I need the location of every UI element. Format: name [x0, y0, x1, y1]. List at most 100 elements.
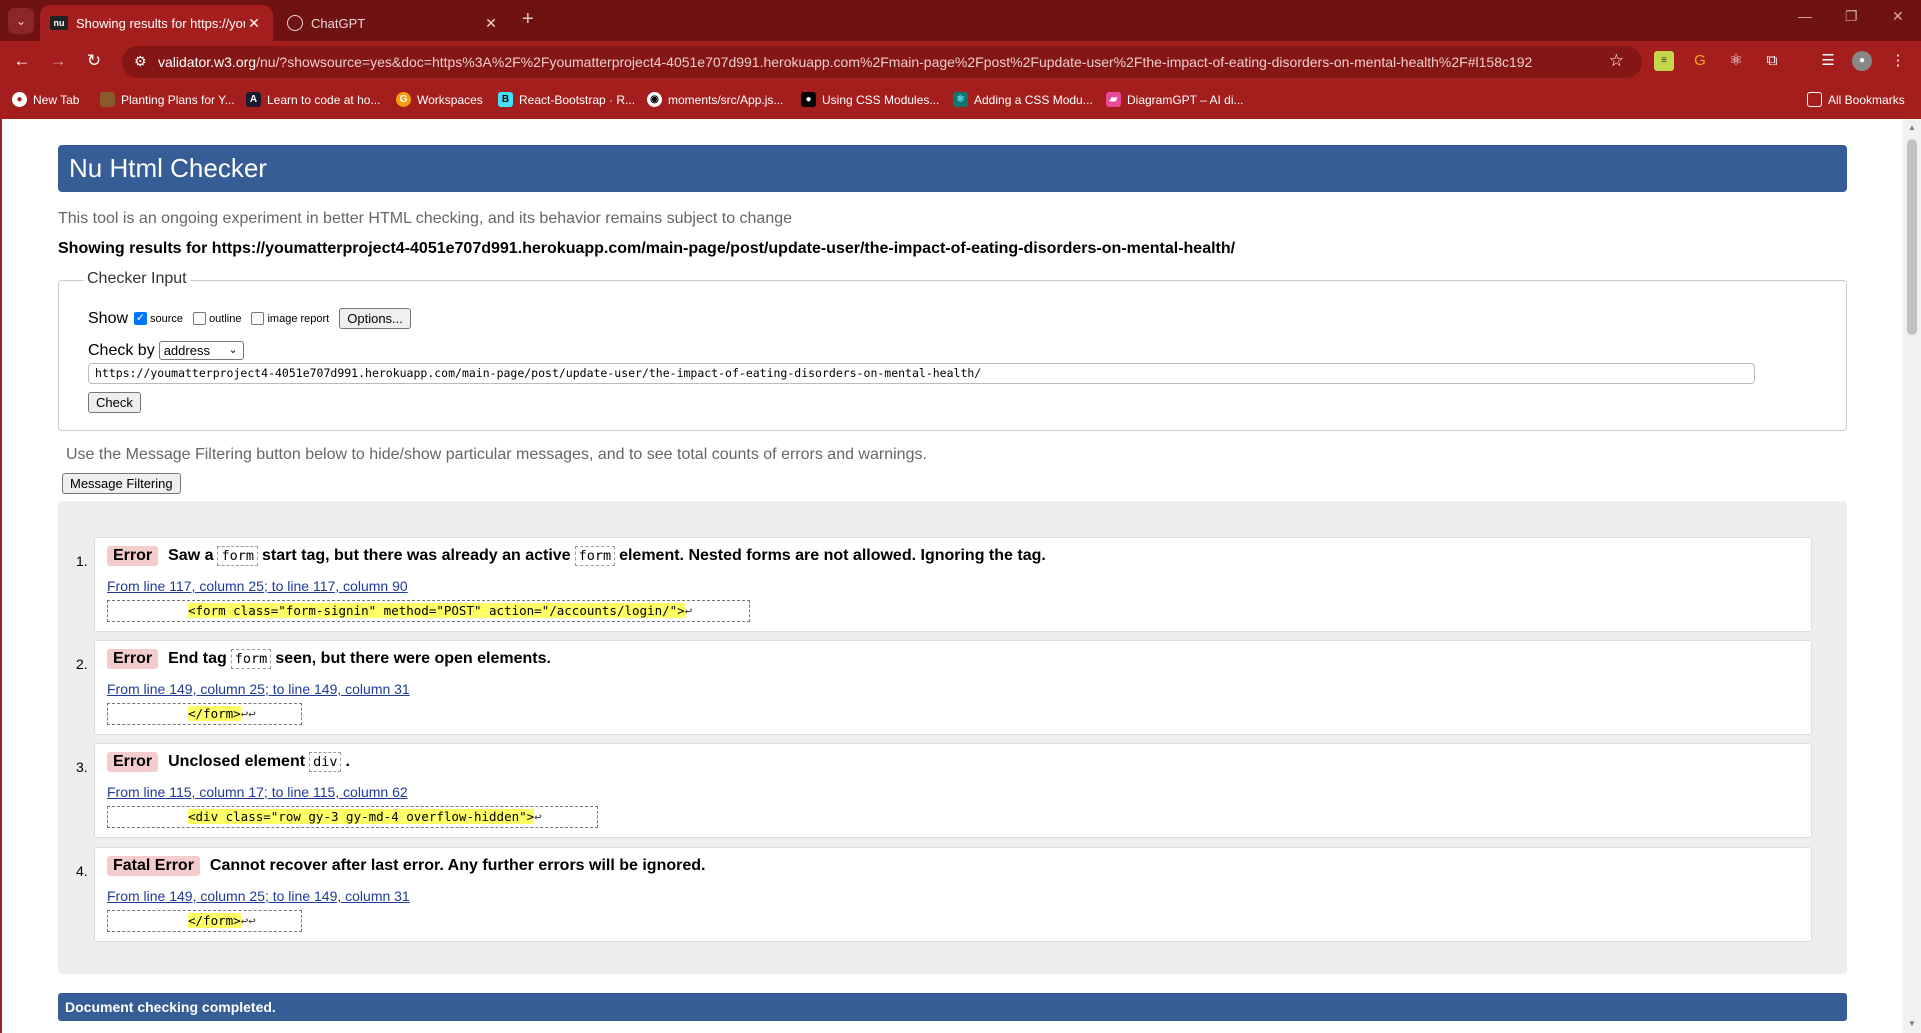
validator-favicon-icon: nu [50, 16, 68, 30]
workspaces-icon: G [396, 92, 411, 107]
site-info-icon[interactable]: ⚙ [134, 53, 147, 70]
scrollbar-thumb[interactable] [1907, 139, 1917, 335]
scroll-up-icon[interactable]: ▲ [1908, 123, 1916, 132]
grammarly-icon[interactable]: G [1690, 51, 1710, 71]
bookmark-css-modules[interactable]: ● Using CSS Modules... [801, 92, 939, 107]
bookmark-learn-to-code[interactable]: A Learn to code at ho... [246, 92, 380, 107]
check-by-label: Check by [88, 341, 155, 359]
showing-results-heading: Showing results for https://youmatterpro… [58, 240, 1236, 257]
bookmark-planting-plans[interactable]: Planting Plans for Y... [100, 92, 235, 107]
message-number: 3. [76, 759, 88, 775]
source-extract: </form>↩↩ [107, 910, 302, 932]
intro-text: This tool is an ongoing experiment in be… [58, 210, 793, 227]
react-devtools-icon[interactable]: ⚛ [1726, 51, 1746, 71]
message-item: 2. Error End tag form seen, but there we… [76, 640, 1812, 735]
code-element-name: div [309, 752, 342, 772]
bookmark-react-bootstrap[interactable]: B React-Bootstrap · R... [498, 92, 635, 107]
checker-input-fieldset [58, 280, 1847, 431]
page-content: Nu Html Checker This tool is an ongoing … [0, 119, 1903, 1033]
github-icon: ◉ [647, 92, 662, 107]
message-filtering-button[interactable]: Message Filtering [62, 473, 181, 494]
bookmark-diagramgpt[interactable]: ▰ DiagramGPT – AI di... [1106, 92, 1244, 107]
close-tab-icon[interactable]: ✕ [482, 15, 500, 32]
address-bar-url: validator.w3.org/nu/?showsource=yes&doc=… [158, 54, 1533, 70]
check-by-row: Check by address ⌄ [88, 341, 244, 360]
close-tab-icon[interactable]: ✕ [245, 15, 263, 32]
chatgpt-favicon-icon [287, 15, 303, 31]
fatal-error-badge: Fatal Error [107, 856, 200, 876]
error-badge: Error [107, 649, 159, 669]
tab-title: Showing results for https://youmatter [76, 15, 245, 31]
location-link[interactable]: From line 115, column 17; to line 115, c… [107, 784, 408, 800]
restore-icon[interactable]: ❐ [1845, 8, 1858, 25]
return-glyph: ↩ [534, 809, 542, 824]
location-link[interactable]: From line 149, column 25; to line 149, c… [107, 888, 410, 904]
address-bar[interactable]: ⚙ validator.w3.org/nu/?showsource=yes&do… [122, 46, 1642, 78]
return-glyph: ↩ [684, 603, 693, 618]
bookmark-star-icon[interactable]: ☆ [1609, 51, 1624, 71]
return-glyph: ↩↩ [240, 913, 256, 928]
message-item: 1. Error Saw a form start tag, but there… [76, 537, 1812, 632]
tab-chatgpt[interactable]: ChatGPT ✕ [277, 5, 510, 41]
back-icon[interactable]: ← [11, 51, 33, 71]
extensions-puzzle-icon[interactable]: ⧉ [1762, 51, 1782, 71]
reload-icon[interactable]: ↻ [83, 51, 105, 71]
error-badge: Error [107, 546, 159, 566]
message-text: Error End tag form seen, but there were … [107, 649, 551, 669]
message-text: Error Saw a form start tag, but there wa… [107, 546, 1046, 566]
close-window-icon[interactable]: ✕ [1892, 8, 1904, 25]
message-item: 4. Fatal Error Cannot recover after last… [76, 847, 1812, 942]
all-bookmarks-button[interactable]: All Bookmarks [1807, 92, 1905, 107]
message-item: 3. Error Unclosed element div . From lin… [76, 743, 1812, 838]
filter-info-text: Use the Message Filtering button below t… [66, 446, 927, 463]
tab-validator[interactable]: nu Showing results for https://youmatter… [40, 5, 273, 41]
bookmark-workspaces[interactable]: G Workspaces [396, 92, 483, 107]
site-favicon-icon [100, 92, 115, 107]
check-by-select[interactable]: address ⌄ [158, 341, 244, 360]
bookmark-adding-css-module[interactable]: ⚛ Adding a CSS Modu... [953, 92, 1093, 107]
error-badge: Error [107, 752, 159, 772]
bookmark-github-moments[interactable]: ◉ moments/src/App.js... [647, 92, 783, 107]
chrome-icon: ● [12, 92, 27, 107]
code-element-name: form [217, 546, 258, 566]
kebab-menu-icon[interactable]: ⋮ [1888, 51, 1908, 71]
source-extract: </form>↩↩ [107, 703, 302, 725]
outline-checkbox[interactable]: outline [193, 312, 241, 325]
message-number: 1. [76, 553, 88, 569]
tab-title: ChatGPT [311, 15, 366, 31]
checkbox-icon[interactable] [193, 312, 207, 325]
message-number: 4. [76, 863, 88, 879]
location-link[interactable]: From line 117, column 25; to line 117, c… [107, 578, 408, 594]
return-glyph: ↩↩ [240, 706, 256, 721]
address-input[interactable]: https://youmatterproject4-4051e707d991.h… [88, 363, 1755, 384]
react-icon: ⚛ [953, 92, 968, 107]
message-number: 2. [76, 656, 88, 672]
scroll-down-icon[interactable]: ▼ [1908, 1019, 1916, 1028]
minimize-icon[interactable]: — [1798, 8, 1812, 24]
tab-strip: ⌄ nu Showing results for https://youmatt… [0, 0, 1921, 41]
message-text: Fatal Error Cannot recover after last er… [107, 856, 705, 876]
page-scrollbar[interactable]: ▲ ▼ [1903, 119, 1921, 1033]
reading-list-icon[interactable]: ☰ [1818, 51, 1838, 71]
extension-icon[interactable]: ≡ [1654, 51, 1674, 71]
diagramgpt-icon: ▰ [1106, 92, 1121, 107]
source-extract: <div class="row gy-3 gy-md-4 overflow-hi… [107, 806, 598, 828]
new-tab-icon[interactable]: + [522, 8, 534, 31]
options-button[interactable]: Options... [339, 308, 411, 329]
checkbox-checked-icon[interactable]: ✓ [134, 312, 148, 325]
checkbox-icon[interactable] [251, 312, 265, 325]
check-button[interactable]: Check [88, 392, 141, 413]
forward-icon[interactable]: → [47, 51, 69, 71]
image-report-checkbox[interactable]: image report [251, 312, 329, 325]
react-bootstrap-icon: B [498, 92, 513, 107]
tab-search-button[interactable]: ⌄ [8, 8, 34, 34]
bookmark-new-tab[interactable]: ● New Tab [12, 92, 79, 107]
message-text: Error Unclosed element div . [107, 752, 350, 772]
browser-toolbar: ← → ↻ ⚙ validator.w3.org/nu/?showsource=… [0, 41, 1921, 83]
source-checkbox[interactable]: ✓ source [134, 312, 183, 325]
location-link[interactable]: From line 149, column 25; to line 149, c… [107, 681, 410, 697]
profile-avatar-icon[interactable]: ● [1852, 51, 1872, 71]
folder-icon [1807, 92, 1822, 107]
show-label: Show [88, 309, 129, 327]
code-element-name: form [574, 546, 616, 566]
